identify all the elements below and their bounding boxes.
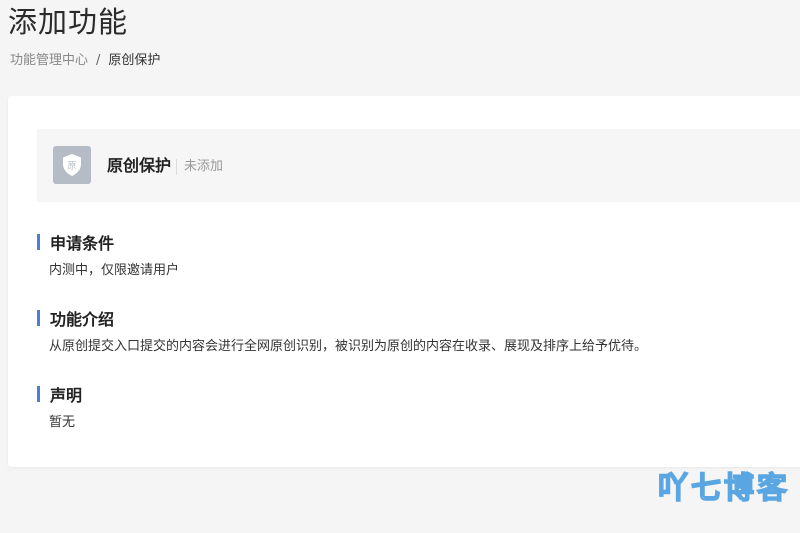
feature-detail-card: 原 原创保护 未添加 申请条件 内测中，仅限邀请用户 功能介绍 从原创提交入口提… [8, 96, 800, 467]
section-heading-introduction: 功能介绍 [37, 308, 647, 329]
breadcrumb-link-function-center[interactable]: 功能管理中心 [10, 52, 88, 70]
shield-icon: 原 [53, 146, 91, 184]
feature-name: 原创保护 [107, 156, 172, 175]
watermark-logo: 吖七博客 [657, 470, 790, 506]
section-body-statement: 暂无 [49, 415, 76, 430]
feature-summary: 原 原创保护 未添加 [37, 129, 800, 202]
section-requirements: 申请条件 内测中，仅限邀请用户 [37, 232, 179, 280]
section-body-requirements: 内测中，仅限邀请用户 [49, 263, 180, 278]
section-body-introduction: 从原创提交入口提交的内容会进行全网原创识别，被识别为原创的内容在收录、展现及排序… [49, 339, 648, 354]
breadcrumb-separator: / [96, 53, 101, 68]
shield-icon-glyph: 原 [63, 154, 81, 176]
page-title: 添加功能 [8, 5, 129, 39]
feature-divider [176, 159, 177, 175]
shield-icon-char: 原 [67, 161, 76, 172]
section-accent-bar [37, 310, 40, 326]
section-accent-bar [37, 234, 40, 250]
section-heading-statement: 声明 [37, 384, 83, 405]
section-statement: 声明 暂无 [37, 384, 82, 432]
section-heading-text: 声明 [50, 386, 83, 405]
section-accent-bar [37, 386, 40, 402]
breadcrumb-current: 原创保护 [108, 53, 161, 68]
breadcrumb: 功能管理中心 / 原创保护 [10, 52, 160, 70]
section-heading-text: 功能介绍 [50, 310, 115, 329]
feature-status-badge: 未添加 [184, 159, 224, 174]
section-heading-text: 申请条件 [50, 234, 115, 253]
section-introduction: 功能介绍 从原创提交入口提交的内容会进行全网原创识别，被识别为原创的内容在收录、… [37, 308, 647, 356]
section-heading-requirements: 申请条件 [37, 232, 179, 253]
